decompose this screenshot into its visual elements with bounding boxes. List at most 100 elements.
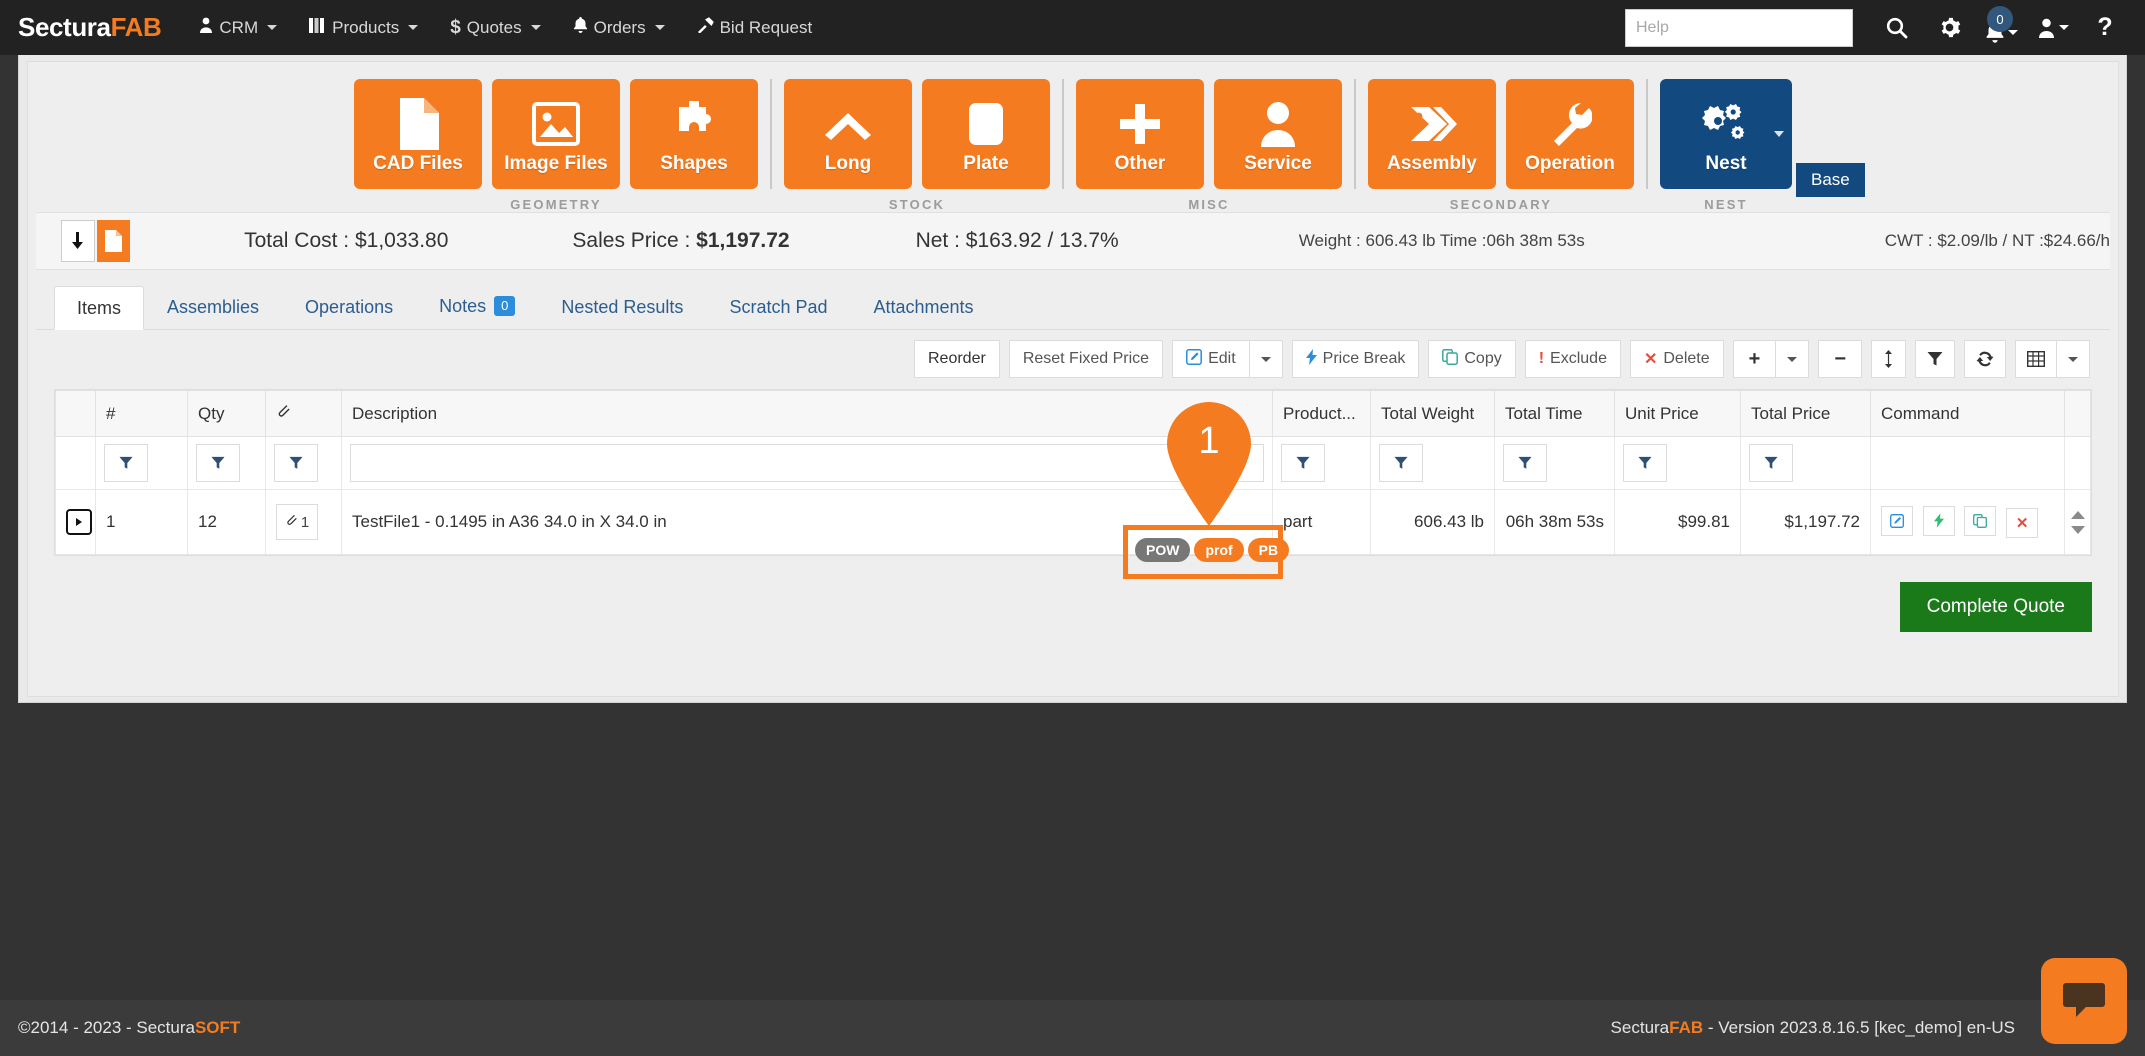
help-search-input[interactable] bbox=[1625, 9, 1853, 47]
price-break-button[interactable]: Price Break bbox=[1292, 340, 1420, 378]
group-label-stock: STOCK bbox=[889, 197, 945, 212]
chevron-down-icon bbox=[1787, 357, 1797, 362]
description-filter-input[interactable] bbox=[350, 444, 1264, 482]
filter-icon[interactable] bbox=[1379, 444, 1423, 482]
edit-icon[interactable] bbox=[1881, 506, 1913, 536]
download-icon[interactable] bbox=[61, 220, 95, 262]
filter-icon[interactable] bbox=[1749, 444, 1793, 482]
long-button[interactable]: Long bbox=[784, 79, 912, 189]
attachment-button[interactable]: 1 bbox=[276, 504, 318, 540]
assembly-button[interactable]: Assembly bbox=[1368, 79, 1496, 189]
app-brand[interactable]: SecturaFAB bbox=[18, 12, 161, 43]
col-description[interactable]: Description bbox=[342, 391, 1273, 437]
toolbar-group-misc: Other Service MISC bbox=[1076, 79, 1342, 212]
copyright-text: ©2014 - 2023 - SecturaSOFT bbox=[18, 1018, 240, 1038]
search-icon[interactable] bbox=[1871, 0, 1923, 55]
table-row[interactable]: 1 12 1 TestFile1 - 0.1495 in A36 34.0 in… bbox=[56, 490, 2091, 555]
edit-dropdown-button[interactable] bbox=[1249, 340, 1283, 378]
filter-icon[interactable] bbox=[1623, 444, 1667, 482]
col-total-weight[interactable]: Total Weight bbox=[1371, 391, 1495, 437]
grid-action-toolbar: Reorder Reset Fixed Price Edit Price Bre… bbox=[36, 340, 2090, 378]
play-icon[interactable] bbox=[66, 509, 92, 535]
nav-item-crm[interactable]: CRM bbox=[183, 0, 293, 55]
edit-button[interactable]: Edit bbox=[1172, 340, 1250, 378]
col-qty[interactable]: Qty bbox=[188, 391, 266, 437]
tab-assemblies[interactable]: Assemblies bbox=[144, 285, 282, 329]
button-label: Image Files bbox=[504, 154, 608, 173]
chevron-down-icon bbox=[1261, 357, 1271, 362]
chevron-up-icon[interactable] bbox=[2071, 511, 2085, 519]
cad-files-button[interactable]: CAD Files bbox=[354, 79, 482, 189]
add-row-button[interactable]: + bbox=[1733, 340, 1777, 378]
gear-icon[interactable] bbox=[1923, 0, 1975, 55]
filter-description bbox=[342, 437, 1273, 490]
image-files-button[interactable]: Image Files bbox=[492, 79, 620, 189]
filter-icon[interactable] bbox=[1915, 340, 1955, 378]
nest-button[interactable]: Nest bbox=[1660, 79, 1792, 189]
col-total-price[interactable]: Total Price bbox=[1741, 391, 1871, 437]
badge-pb: PB bbox=[1248, 538, 1289, 562]
plus-icon bbox=[1118, 96, 1162, 152]
plate-button[interactable]: Plate bbox=[922, 79, 1050, 189]
columns-dropdown-button[interactable] bbox=[2056, 340, 2090, 378]
nav-item-quotes[interactable]: $ Quotes bbox=[434, 0, 556, 55]
filter-icon[interactable] bbox=[274, 444, 318, 482]
person-icon bbox=[1259, 96, 1297, 152]
nav-item-products[interactable]: Products bbox=[293, 0, 434, 55]
col-product[interactable]: Product... bbox=[1273, 391, 1371, 437]
filter-total-weight bbox=[1371, 437, 1495, 490]
book-icon bbox=[309, 18, 326, 38]
shapes-button[interactable]: Shapes bbox=[630, 79, 758, 189]
copy-button[interactable]: Copy bbox=[1428, 340, 1515, 378]
notifications-button[interactable]: 0 bbox=[1975, 0, 2027, 55]
exclude-button[interactable]: ! Exclude bbox=[1525, 340, 1621, 378]
other-button[interactable]: Other bbox=[1076, 79, 1204, 189]
tab-label: Nested Results bbox=[561, 298, 683, 316]
col-attachment[interactable] bbox=[266, 391, 342, 437]
resize-vertical-icon[interactable] bbox=[1871, 340, 1906, 378]
complete-quote-wrap: Complete Quote bbox=[28, 582, 2092, 632]
filter-icon[interactable] bbox=[1503, 444, 1547, 482]
total-cost-value: $1,033.80 bbox=[355, 229, 448, 252]
copy-icon[interactable] bbox=[1964, 506, 1996, 536]
delete-icon[interactable]: ✕ bbox=[2006, 508, 2038, 538]
button-label: Service bbox=[1244, 154, 1312, 173]
user-menu-button[interactable] bbox=[2027, 0, 2079, 55]
tab-scratch-pad[interactable]: Scratch Pad bbox=[706, 285, 850, 329]
tab-label: Operations bbox=[305, 298, 393, 316]
filter-icon[interactable] bbox=[1281, 444, 1325, 482]
refresh-icon[interactable] bbox=[1964, 340, 2006, 378]
service-button[interactable]: Service bbox=[1214, 79, 1342, 189]
version-number: - Version 2023.8.16.5 [kec_demo] en-US bbox=[1703, 1018, 2015, 1037]
chevron-down-icon[interactable] bbox=[2071, 526, 2085, 534]
tab-operations[interactable]: Operations bbox=[282, 285, 416, 329]
chevron-down-icon[interactable] bbox=[1774, 131, 1784, 137]
table-icon[interactable] bbox=[2015, 340, 2057, 378]
tab-nested-results[interactable]: Nested Results bbox=[538, 285, 706, 329]
file-icon bbox=[397, 96, 439, 152]
tab-items[interactable]: Items bbox=[54, 286, 144, 330]
tab-attachments[interactable]: Attachments bbox=[851, 285, 997, 329]
remove-row-button[interactable]: − bbox=[1818, 340, 1862, 378]
help-icon[interactable]: ? bbox=[2079, 0, 2131, 55]
col-total-time[interactable]: Total Time bbox=[1495, 391, 1615, 437]
filter-icon[interactable] bbox=[196, 444, 240, 482]
document-icon[interactable] bbox=[97, 220, 131, 262]
col-num[interactable]: # bbox=[96, 391, 188, 437]
chevron-down-icon bbox=[2008, 30, 2018, 35]
tab-notes[interactable]: Notes 0 bbox=[416, 283, 538, 329]
reorder-button[interactable]: Reorder bbox=[914, 340, 1000, 378]
operation-button[interactable]: Operation bbox=[1506, 79, 1634, 189]
delete-button[interactable]: ✕ Delete bbox=[1630, 340, 1724, 378]
add-dropdown-button[interactable] bbox=[1775, 340, 1809, 378]
col-unit-price[interactable]: Unit Price bbox=[1615, 391, 1741, 437]
button-label: Assembly bbox=[1387, 154, 1477, 173]
filter-icon[interactable] bbox=[104, 444, 148, 482]
chat-icon[interactable] bbox=[2041, 958, 2127, 1044]
base-chip[interactable]: Base bbox=[1796, 163, 1865, 197]
nav-item-orders[interactable]: Orders bbox=[557, 0, 681, 55]
complete-quote-button[interactable]: Complete Quote bbox=[1900, 582, 2092, 632]
reset-fixed-price-button[interactable]: Reset Fixed Price bbox=[1009, 340, 1163, 378]
nav-item-bid-request[interactable]: Bid Request bbox=[681, 0, 829, 55]
lightning-icon[interactable] bbox=[1923, 506, 1955, 536]
